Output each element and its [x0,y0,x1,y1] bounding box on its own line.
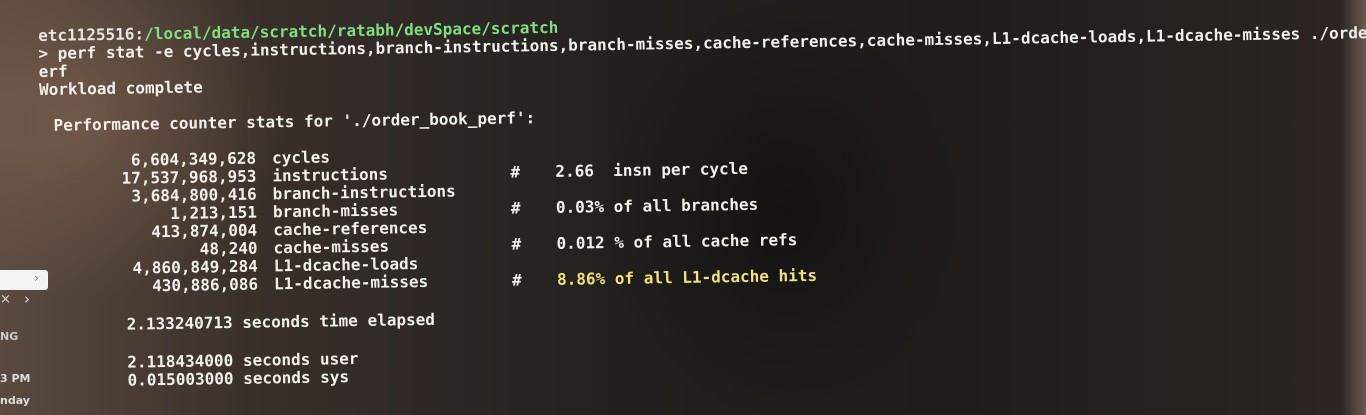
time-sys: 0.015003000 seconds sys [127,367,350,390]
counter-hash: # [511,234,522,254]
counter-event: L1-dcache-misses [273,271,429,294]
forward-chevron-icon[interactable]: › [24,290,30,308]
close-icon[interactable]: × [0,292,11,307]
monitor-frame-edge [1340,0,1366,415]
prompt-separator: : [134,24,145,44]
counter-note: 0.03% of all branches [555,194,759,217]
side-label-day: nday [0,394,30,407]
side-panel-strip: › × › NG 3 PM nday [0,268,48,415]
counter-hash: # [511,270,522,290]
command-line-2: erf [38,61,68,81]
side-label-time: 3 PM [0,372,31,385]
counter-note: 2.66 insn per cycle [555,158,749,181]
counter-hash: # [510,198,521,218]
terminal-window[interactable]: etc1125516:/local/data/scratch/ratabh/de… [38,6,1366,411]
time-elapsed: 2.133240713 seconds time elapsed [126,309,436,334]
counter-note: 0.012 % of all cache refs [556,230,798,253]
counter-hash: # [510,162,521,182]
counter-value: 430,886,086 [151,274,259,296]
side-tab[interactable]: › [0,270,48,290]
side-label-ng: NG [0,330,19,343]
counter-event: cycles [271,147,331,168]
workload-message: Workload complete [38,77,203,99]
chevron-right-icon: › [34,271,39,285]
counter-note: 8.86% of all L1-dcache hits [556,265,818,289]
stats-header: Performance counter stats for './order_b… [53,108,536,135]
